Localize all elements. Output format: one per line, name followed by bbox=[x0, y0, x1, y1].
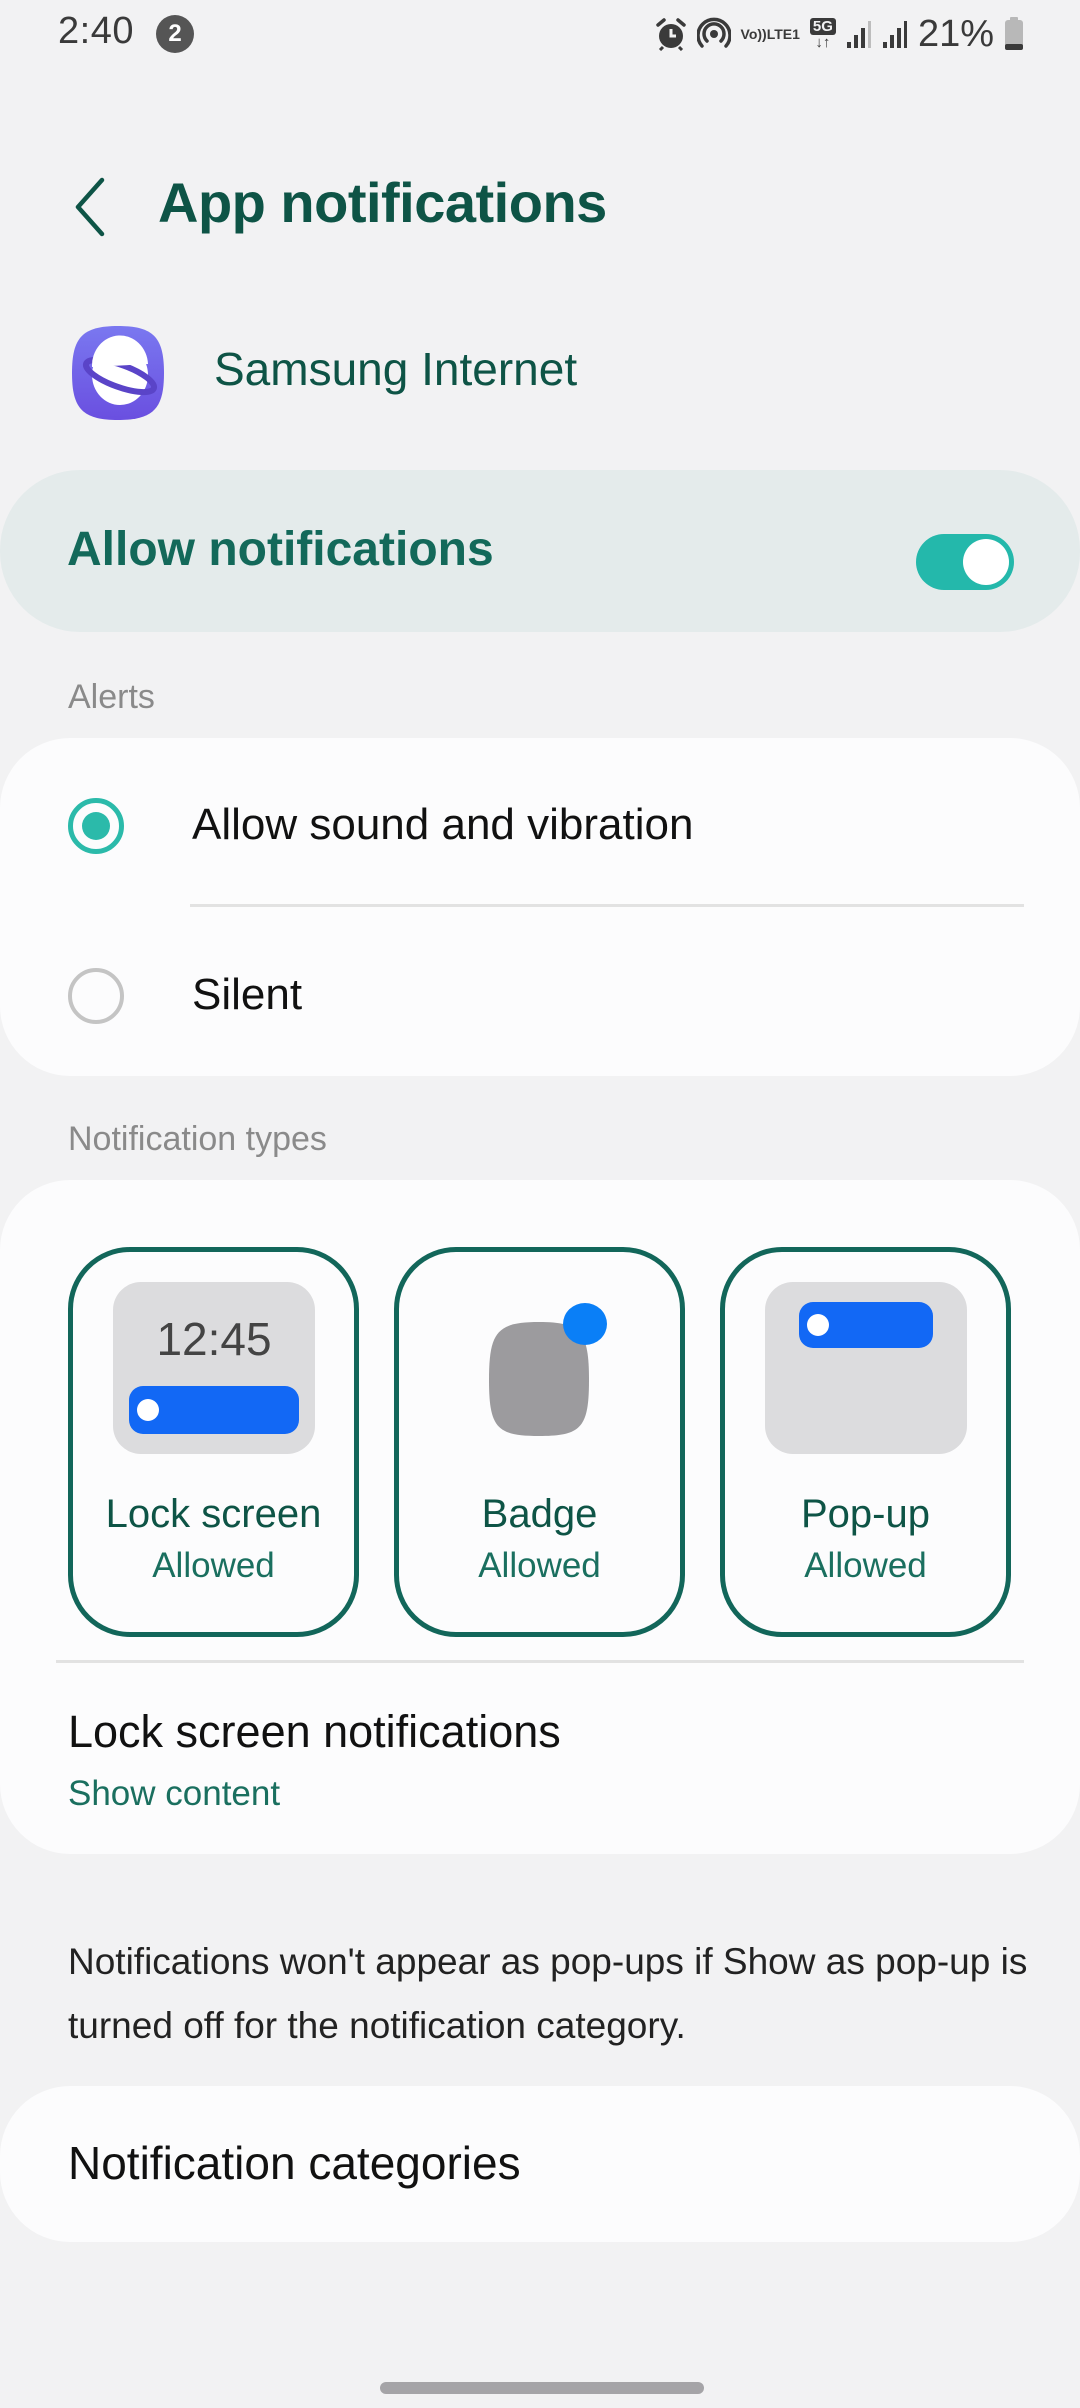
notification-count-badge: 2 bbox=[156, 15, 194, 53]
status-time: 2:40 bbox=[58, 10, 134, 52]
signal-sim2-icon bbox=[882, 19, 908, 49]
volte-label: Vo)) bbox=[740, 25, 767, 42]
battery-percent: 21% bbox=[917, 12, 994, 55]
preview-notification-bar bbox=[129, 1386, 299, 1434]
allow-notifications-label: Allow notifications bbox=[67, 523, 494, 576]
tile-badge[interactable]: Badge Allowed bbox=[394, 1247, 685, 1637]
preview-popup-bar bbox=[799, 1302, 933, 1348]
5g-data-icon: 5G ↓↑ bbox=[809, 18, 836, 51]
alerts-card: Allow sound and vibration Silent bbox=[0, 738, 1080, 1076]
preview-dot bbox=[137, 1399, 159, 1421]
tile-status: Allowed bbox=[478, 1546, 601, 1585]
tile-status: Allowed bbox=[152, 1546, 275, 1585]
pop-up-preview-icon bbox=[765, 1282, 967, 1454]
page-title: App notifications bbox=[158, 171, 607, 234]
chevron-left-icon bbox=[75, 177, 105, 237]
samsung-internet-icon bbox=[70, 324, 166, 422]
status-bar: 2:40 2 Vo)) LTE1 5G ↓↑ 21% bbox=[0, 0, 1080, 70]
notification-types-section-header: Notification types bbox=[68, 1120, 327, 1158]
hotspot-icon bbox=[696, 17, 731, 51]
alarm-icon bbox=[655, 17, 687, 51]
divider bbox=[56, 1660, 1024, 1663]
volte-lte1-icon: Vo)) LTE1 bbox=[740, 25, 800, 42]
back-button[interactable] bbox=[60, 172, 120, 242]
network-type-label: 5G bbox=[809, 18, 836, 35]
radio-label: Allow sound and vibration bbox=[192, 800, 694, 849]
home-gesture-bar[interactable] bbox=[380, 2382, 704, 2394]
tile-lock-screen[interactable]: 12:45 Lock screen Allowed bbox=[68, 1247, 359, 1637]
lte1-label: LTE1 bbox=[766, 25, 800, 42]
preview-clock: 12:45 bbox=[156, 1313, 272, 1365]
alert-option-silent[interactable]: Silent bbox=[0, 920, 1080, 1070]
battery-icon bbox=[1004, 17, 1024, 51]
pop-up-info-text: Notifications won't appear as pop-ups if… bbox=[68, 1941, 1028, 2046]
tile-pop-up[interactable]: Pop-up Allowed bbox=[720, 1247, 1011, 1637]
notification-categories-row[interactable]: Notification categories bbox=[0, 2086, 1080, 2242]
tile-name: Pop-up bbox=[801, 1492, 930, 1536]
tile-status: Allowed bbox=[804, 1546, 927, 1585]
allow-notifications-row[interactable]: Allow notifications bbox=[0, 470, 1080, 632]
allow-notifications-toggle[interactable] bbox=[916, 534, 1014, 590]
lock-screen-notifications-value: Show content bbox=[68, 1774, 281, 1813]
app-bar: App notifications bbox=[0, 160, 1080, 250]
notification-categories-label: Notification categories bbox=[68, 2137, 521, 2189]
app-name: Samsung Internet bbox=[214, 343, 578, 395]
radio-label: Silent bbox=[192, 970, 303, 1019]
tile-name: Badge bbox=[481, 1492, 598, 1536]
signal-sim1-icon bbox=[846, 19, 872, 49]
toggle-knob bbox=[963, 539, 1009, 585]
alert-option-sound-vibration[interactable]: Allow sound and vibration bbox=[0, 750, 1080, 900]
data-activity-arrows: ↓↑ bbox=[815, 34, 831, 51]
divider bbox=[190, 904, 1024, 907]
preview-dot bbox=[807, 1314, 829, 1336]
radio-unselected[interactable] bbox=[68, 968, 124, 1024]
lock-screen-notifications-title: Lock screen notifications bbox=[68, 1706, 561, 1757]
radio-selected[interactable] bbox=[68, 798, 124, 854]
badge-preview-icon bbox=[479, 1302, 609, 1442]
alerts-section-header: Alerts bbox=[68, 678, 155, 716]
app-info-row: Samsung Internet bbox=[0, 320, 1080, 425]
tile-name: Lock screen bbox=[105, 1492, 322, 1536]
lock-screen-preview-icon: 12:45 bbox=[113, 1282, 315, 1454]
